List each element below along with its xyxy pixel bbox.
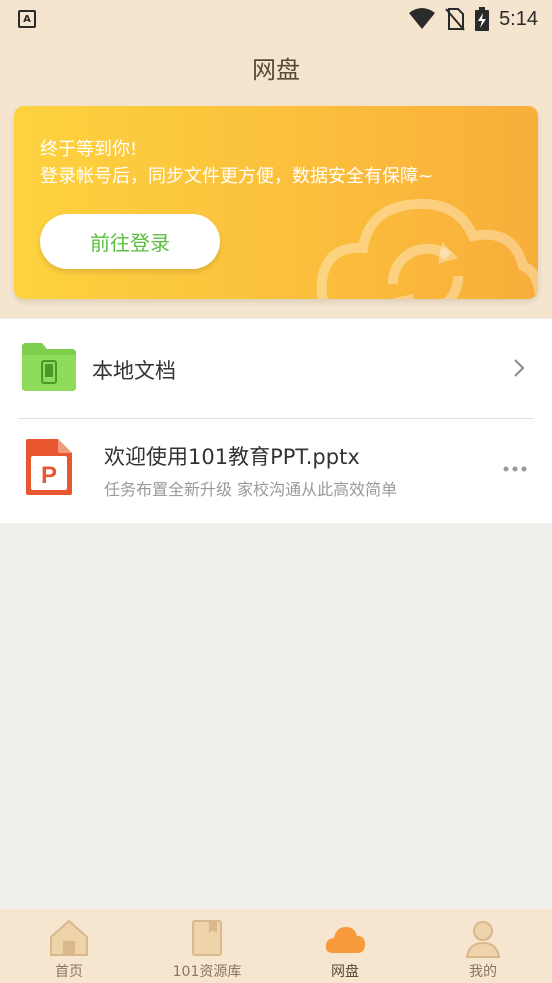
local-documents-label: 本地文档 — [92, 359, 176, 383]
folder-phone-icon — [22, 343, 76, 391]
file-subtitle: 任务布置全新升级 家校沟通从此高效简单 — [104, 480, 398, 499]
tab-home[interactable]: 首页 — [0, 909, 138, 983]
tab-resources-label: 101资源库 — [172, 964, 242, 980]
notification-a-icon: A — [18, 10, 36, 28]
more-options-icon[interactable] — [502, 465, 528, 473]
ppt-icon: P — [26, 439, 72, 495]
tab-home-label: 首页 — [55, 964, 83, 980]
banner-text: 终于等到你! 登录帐号后，同步文件更方便，数据安全有保障~ — [40, 136, 433, 190]
screen: A 5:14 网盘 终于等到你! 登录帐号后，同步文件更方便，数据安全有保障~ … — [0, 0, 552, 983]
local-documents-row[interactable]: 本地文档 — [0, 319, 552, 418]
tab-mine[interactable]: 我的 — [414, 909, 552, 983]
tab-mine-label: 我的 — [469, 964, 497, 980]
cloud-icon — [325, 927, 365, 953]
user-icon — [465, 921, 501, 958]
svg-text:P: P — [41, 462, 57, 489]
status-time: 5:14 — [499, 7, 538, 30]
chevron-right-icon — [514, 359, 525, 377]
page-title: 网盘 — [252, 56, 300, 84]
login-banner: 终于等到你! 登录帐号后，同步文件更方便，数据安全有保障~ 前往登录 — [14, 106, 538, 299]
wifi-icon — [409, 8, 436, 29]
book-icon — [192, 920, 222, 956]
status-right: 5:14 — [409, 7, 538, 31]
banner-line-1: 终于等到你! — [40, 139, 138, 160]
status-left: A — [18, 10, 36, 28]
file-row[interactable]: P 欢迎使用101教育PPT.pptx 任务布置全新升级 家校沟通从此高效简单 — [0, 419, 552, 523]
home-icon — [50, 919, 88, 956]
login-button[interactable]: 前往登录 — [40, 214, 220, 269]
bottom-tab-bar: 首页 101资源库 网盘 我的 — [0, 909, 552, 983]
file-list: 本地文档 P 欢迎使用101教育PPT.pptx 任务布置全新升级 家校沟通从此… — [0, 319, 552, 523]
battery-charging-icon — [475, 7, 490, 31]
file-name: 欢迎使用101教育PPT.pptx — [104, 445, 360, 469]
banner-line-2: 登录帐号后，同步文件更方便，数据安全有保障~ — [40, 166, 434, 187]
no-sim-icon — [445, 8, 465, 31]
tab-resources[interactable]: 101资源库 — [138, 909, 276, 983]
tab-cloud-label: 网盘 — [331, 964, 359, 980]
status-bar: A 5:14 — [0, 0, 552, 38]
tab-cloud[interactable]: 网盘 — [276, 909, 414, 983]
